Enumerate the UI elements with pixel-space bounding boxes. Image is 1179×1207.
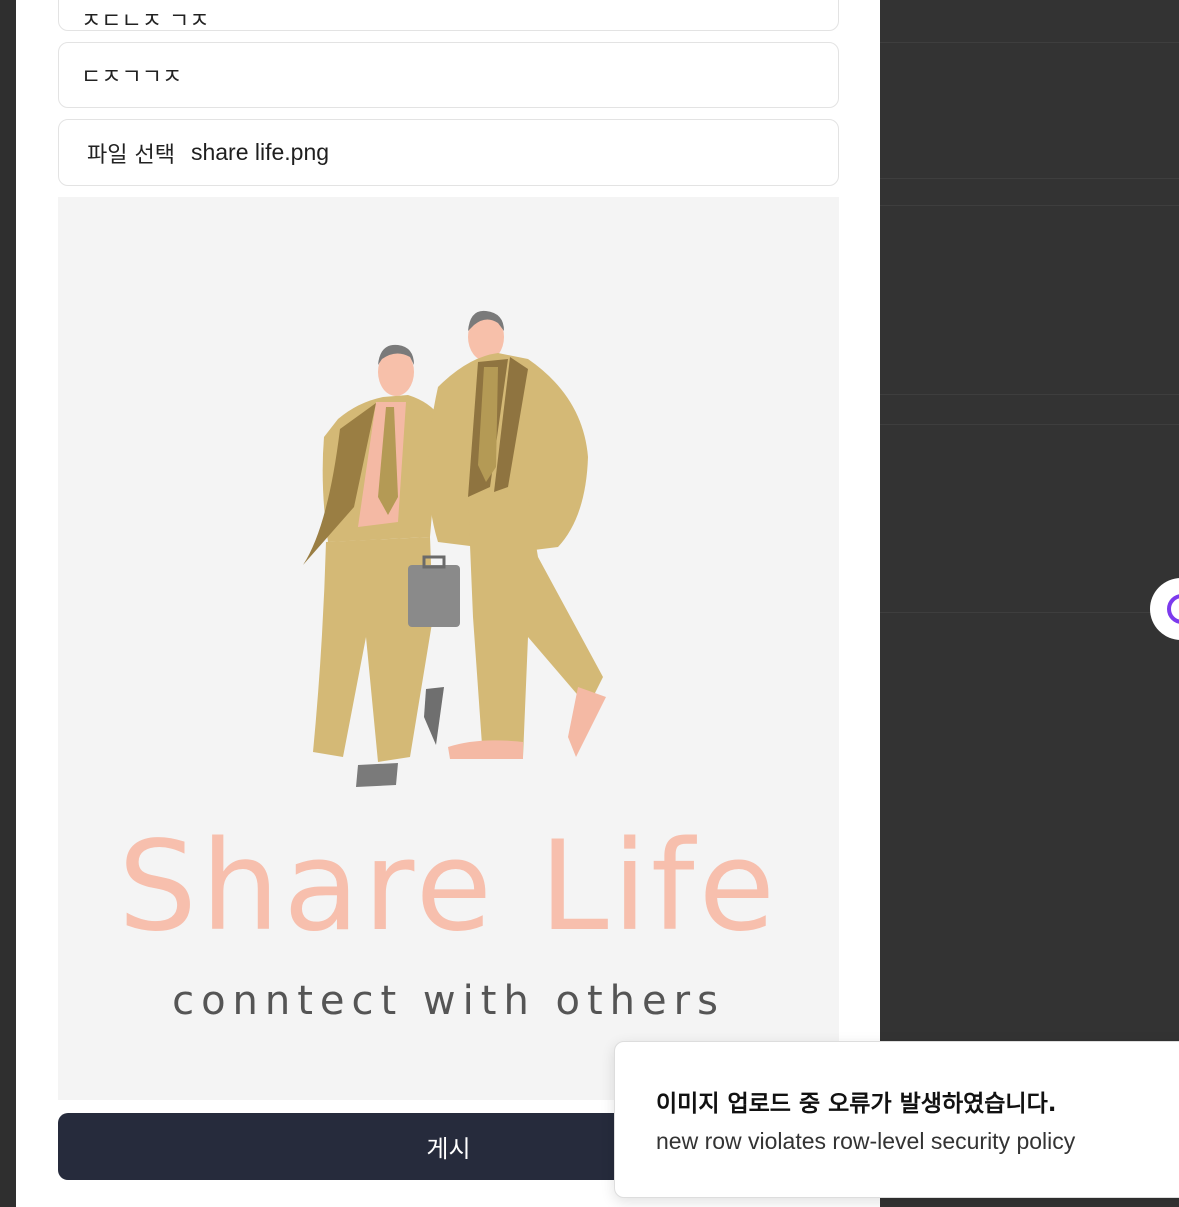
file-select-button[interactable]: 파일 선택 xyxy=(87,137,175,169)
image-preview: Share Life conntect with others xyxy=(58,197,839,1100)
title-input[interactable]: ㅈㄷㄴㅈ ㄱㅈ xyxy=(58,0,839,34)
backdrop-divider xyxy=(880,42,1179,43)
backdrop-divider xyxy=(880,612,1179,613)
logo-subtitle: conntect with others xyxy=(172,978,725,1024)
file-input[interactable]: 파일 선택 share life.png xyxy=(58,119,839,186)
right-figure xyxy=(428,310,606,759)
toast-description: new row violates row-level security poli… xyxy=(656,1128,1076,1154)
floating-action-button[interactable] xyxy=(1150,578,1179,640)
content-input[interactable]: ㄷㅈㄱㄱㅈ xyxy=(58,42,839,108)
toast-title: 이미지 업로드 중 오류가 발생하였습니다. xyxy=(656,1091,1057,1117)
backdrop-divider xyxy=(880,394,1179,395)
backdrop-divider xyxy=(880,424,1179,425)
title-input-value: ㅈㄷㄴㅈ ㄱㅈ xyxy=(81,8,210,34)
create-post-modal: ㅈㄷㄴㅈ ㄱㅈ ㄷㅈㄱㄱㅈ 파일 선택 share life.png Share… xyxy=(16,0,880,1207)
logo-illustration xyxy=(303,310,606,787)
error-toast: 이미지 업로드 중 오류가 발생하였습니다. new row violates … xyxy=(614,1041,1179,1198)
circle-icon xyxy=(1167,594,1179,624)
briefcase-icon xyxy=(408,565,460,627)
backdrop-left xyxy=(0,0,16,1207)
file-name: share life.png xyxy=(190,139,330,165)
backdrop-divider xyxy=(880,205,1179,206)
content-input-value: ㄷㅈㄱㄱㅈ xyxy=(81,65,183,90)
backdrop-divider xyxy=(880,178,1179,179)
logo-title: Share Life xyxy=(118,815,779,959)
